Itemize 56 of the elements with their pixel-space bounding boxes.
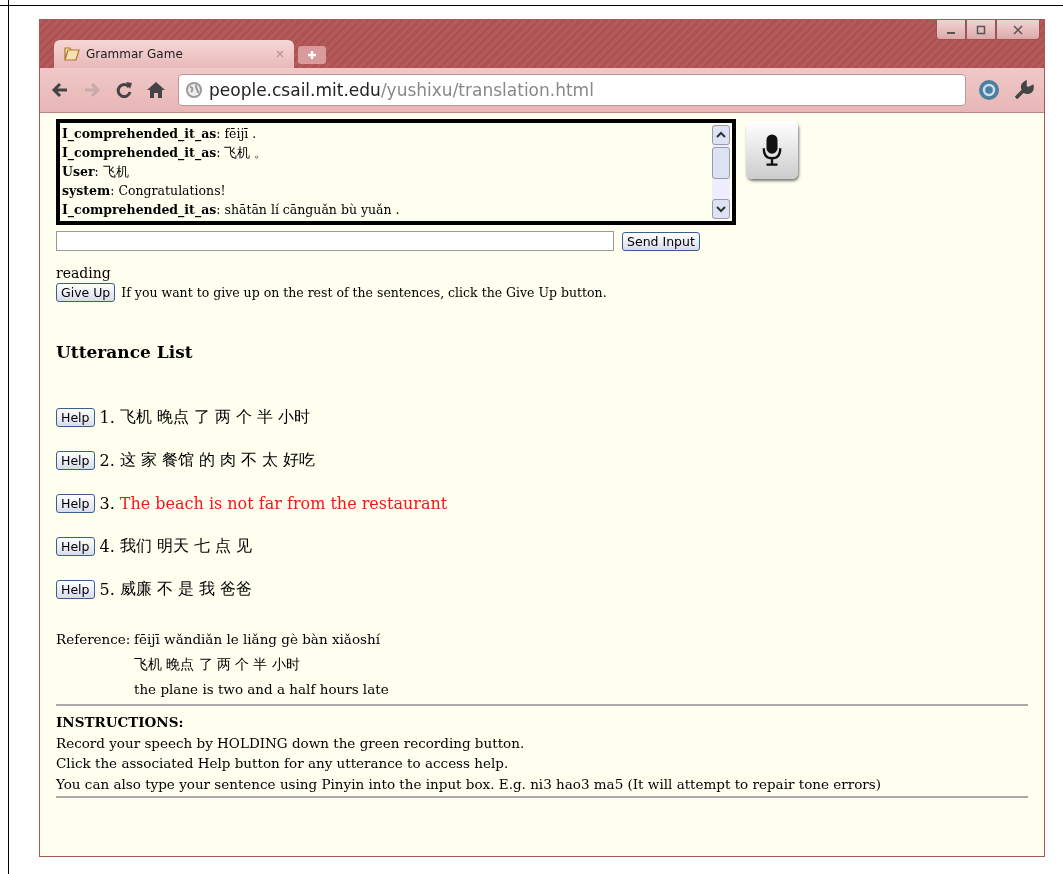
reference-label: Reference:	[56, 631, 131, 647]
maximize-button[interactable]	[966, 20, 996, 40]
status-text: reading	[56, 265, 112, 281]
url-text: people.csail.mit.edu/yushixu/translation.html	[209, 80, 594, 100]
chat-message: User: 飞机	[62, 163, 130, 181]
utterance-number: 5.	[99, 580, 115, 599]
reference-english: the plane is two and a half hours late	[134, 680, 389, 699]
chat-message: I_comprehended_it_as: shātān lí cānguǎn bù yuǎn .	[62, 201, 401, 219]
utterance-number: 1.	[99, 408, 115, 427]
utterance-number: 2.	[99, 451, 115, 470]
send-input-button[interactable]: Send Input	[622, 231, 700, 251]
wrench-icon[interactable]	[1012, 79, 1034, 101]
back-icon[interactable]	[50, 80, 70, 100]
tab-title: Grammar Game	[86, 47, 184, 61]
close-button[interactable]	[996, 20, 1040, 40]
give-up-hint: If you want to give up on the rest of the sentences, click the Give Up button.	[121, 285, 607, 300]
input-field[interactable]	[56, 231, 614, 251]
minimize-button[interactable]	[936, 20, 966, 40]
browser-tab[interactable]: Grammar Game	[54, 40, 294, 68]
instruction-line: Click the associated Help button for any utterance to access help.	[56, 754, 510, 773]
give-up-button[interactable]: Give Up	[56, 283, 116, 302]
reference-hanzi: 飞机 晚点 了 两 个 半 小时	[134, 655, 301, 674]
chat-message: system: Congratulations!	[62, 182, 227, 200]
close-icon	[1013, 24, 1023, 35]
instruction-line: You can also type your sentence using Pinyin into the input box. E.g. ni3 hao3 ma5 (It will attempt to repair tone errors)	[56, 774, 882, 794]
utterance-list-heading: Utterance List	[56, 342, 194, 362]
address-bar[interactable]: people.csail.mit.edu/yushixu/translation.html	[178, 74, 966, 106]
microphone-icon	[761, 133, 783, 167]
utterance-text: 威廉 不 是 我 爸爸	[119, 579, 253, 600]
help-button[interactable]: Help	[56, 580, 95, 599]
home-icon[interactable]	[146, 80, 166, 100]
microphone-button[interactable]	[746, 121, 798, 179]
instructions-heading: INSTRUCTIONS:	[56, 713, 185, 732]
utterance-text: The beach is not far from the restaurant	[119, 494, 448, 513]
chat-message: I_comprehended_it_as: fēijī .	[62, 125, 258, 143]
instruction-line: Record your speech by HOLDING down the green recording button.	[56, 733, 526, 753]
utterance-text: 飞机 晚点 了 两 个 半 小时	[119, 407, 311, 428]
sync-icon[interactable]	[978, 79, 1000, 101]
chat-message: I_comprehended_it_as: 飞机 。	[62, 144, 269, 162]
help-button[interactable]: Help	[56, 494, 95, 513]
utterance-text: 这 家 餐馆 的 肉 不 太 好吃	[119, 450, 316, 471]
new-tab-button[interactable]	[298, 46, 326, 64]
help-button[interactable]: Help	[56, 451, 95, 470]
scrollbar[interactable]	[712, 125, 730, 219]
help-button[interactable]: Help	[56, 537, 95, 556]
reference-pinyin: fēijī wǎndiǎn le liǎng gè bàn xiǎoshí	[134, 630, 381, 649]
maximize-icon	[976, 24, 986, 35]
minimize-icon	[946, 31, 956, 34]
plus-icon	[307, 50, 317, 60]
folder-icon	[64, 46, 80, 62]
reload-icon[interactable]	[114, 80, 134, 100]
utterance-number: 3.	[99, 494, 115, 513]
utterance-text: 我们 明天 七 点 见	[119, 536, 253, 557]
help-button[interactable]: Help	[56, 408, 95, 427]
globe-icon	[185, 81, 203, 99]
utterance-number: 4.	[99, 537, 115, 556]
